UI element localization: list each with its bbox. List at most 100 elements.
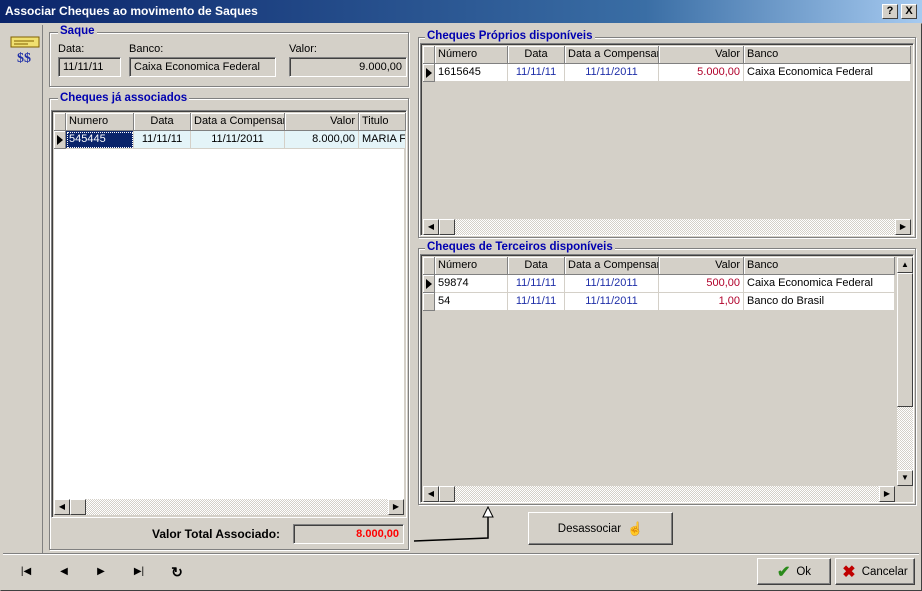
valor-field[interactable]: 9.000,00 [289, 57, 407, 77]
col-data-compensar[interactable]: Data a Compensar [565, 257, 659, 275]
cell-compensar[interactable]: 11/11/2011 [191, 131, 285, 149]
title-bar: Associar Cheques ao movimento de Saques … [0, 0, 922, 23]
first-record-icon[interactable]: |◀ [15, 562, 37, 582]
col-data[interactable]: Data [508, 257, 565, 275]
cell-valor[interactable]: 500,00 [659, 275, 744, 293]
proprios-legend: Cheques Próprios disponíveis [425, 30, 595, 42]
left-icon-strip: $$ [3, 25, 43, 553]
desassociar-button[interactable]: Desassociar ☝ [528, 512, 673, 545]
last-record-icon[interactable]: ▶| [128, 562, 150, 582]
cell-banco[interactable]: Caixa Economica Federal [744, 64, 911, 82]
scroll-down-icon[interactable]: ▼ [897, 470, 913, 486]
ok-label: Ok [796, 565, 812, 578]
scroll-thumb[interactable] [897, 273, 913, 407]
cell-banco[interactable]: Banco do Brasil [744, 293, 895, 311]
ok-button[interactable]: ✔ Ok [757, 558, 831, 585]
saque-legend: Saque [58, 25, 97, 37]
close-button[interactable]: X [901, 4, 917, 19]
cell-valor[interactable]: 8.000,00 [285, 131, 359, 149]
scroll-thumb[interactable] [70, 499, 86, 515]
scroll-left-icon[interactable]: ◀ [423, 486, 439, 502]
col-data-compensar[interactable]: Data a Compensar [565, 46, 659, 64]
scroll-right-icon[interactable]: ▶ [879, 486, 895, 502]
cell-numero[interactable]: 59874 [435, 275, 508, 293]
table-row[interactable]: 1615645 11/11/11 11/11/2011 5.000,00 Cai… [423, 64, 911, 82]
help-button[interactable]: ? [882, 4, 898, 19]
cell-data[interactable]: 11/11/11 [508, 275, 565, 293]
scroll-left-icon[interactable]: ◀ [423, 219, 439, 235]
terceiros-header: Número Data Data a Compensar Valor Banco [423, 257, 895, 275]
window-title: Associar Cheques ao movimento de Saques [5, 4, 258, 18]
banco-field[interactable]: Caixa Economica Federal [129, 57, 276, 77]
proprios-hscrollbar[interactable]: ◀ ▶ [423, 219, 911, 235]
cell-data[interactable]: 11/11/11 [508, 293, 565, 311]
banco-label: Banco: [129, 43, 164, 55]
cell-titulo[interactable]: MARIA FE [359, 131, 406, 149]
col-valor[interactable]: Valor [285, 113, 359, 131]
prior-record-icon[interactable]: ◀ [53, 562, 75, 582]
col-titulo[interactable]: Titulo [359, 113, 406, 131]
indicator-header [423, 257, 435, 275]
proprios-grid[interactable]: Número Data Data a Compensar Valor Banco… [420, 43, 914, 236]
associados-header: Numero Data Data a Compensar Valor Titul… [54, 113, 406, 131]
cell-numero[interactable]: 1615645 [435, 64, 508, 82]
desassociar-label: Desassociar [557, 522, 622, 535]
col-numero[interactable]: Número [435, 46, 508, 64]
scroll-thumb[interactable] [439, 219, 455, 235]
total-label: Valor Total Associado: [152, 527, 281, 541]
terceiros-legend: Cheques de Terceiros disponíveis [425, 241, 615, 253]
cell-banco[interactable]: Caixa Economica Federal [744, 275, 895, 293]
cell-valor[interactable]: 5.000,00 [659, 64, 744, 82]
cell-numero[interactable]: 54 [435, 293, 508, 311]
col-data[interactable]: Data [508, 46, 565, 64]
table-row[interactable]: 545445 11/11/11 11/11/2011 8.000,00 MARI… [54, 131, 406, 149]
col-numero[interactable]: Número [435, 257, 508, 275]
scroll-left-icon[interactable]: ◀ [54, 499, 70, 515]
cheque-icon: $$ [10, 35, 42, 66]
table-row[interactable]: 59874 11/11/11 11/11/2011 500,00 Caixa E… [423, 275, 895, 293]
next-record-icon[interactable]: ▶ [90, 562, 112, 582]
associados-grid[interactable]: Numero Data Data a Compensar Valor Titul… [51, 110, 407, 518]
cell-data[interactable]: 11/11/11 [134, 131, 191, 149]
indicator-header [423, 46, 435, 64]
data-label: Data: [58, 43, 85, 55]
scroll-right-icon[interactable]: ▶ [388, 499, 404, 515]
data-field[interactable]: 11/11/11 [58, 57, 121, 77]
cell-compensar[interactable]: 11/11/2011 [565, 293, 659, 311]
row-indicator [54, 131, 66, 149]
scroll-right-icon[interactable]: ▶ [895, 219, 911, 235]
row-indicator [423, 275, 435, 293]
associados-hscrollbar[interactable]: ◀ ▶ [54, 499, 404, 515]
col-valor[interactable]: Valor [659, 46, 744, 64]
associados-legend: Cheques já associados [58, 92, 190, 104]
terceiros-hscrollbar[interactable]: ◀ ▶ [423, 486, 895, 502]
col-data-compensar[interactable]: Data a Compensar [191, 113, 285, 131]
total-field: 8.000,00 [293, 524, 404, 544]
cell-valor[interactable]: 1,00 [659, 293, 744, 311]
cancel-x-icon: ✖ [842, 563, 856, 581]
col-banco[interactable]: Banco [744, 46, 911, 64]
dollar-signs-label: $$ [17, 51, 31, 65]
hand-pointer-icon: ☝ [627, 520, 644, 536]
cancelar-label: Cancelar [861, 565, 908, 578]
refresh-icon[interactable]: ↻ [166, 562, 188, 582]
col-valor[interactable]: Valor [659, 257, 744, 275]
cancelar-button[interactable]: ✖ Cancelar [835, 558, 915, 585]
valor-label: Valor: [289, 43, 317, 55]
proprios-header: Número Data Data a Compensar Valor Banco [423, 46, 911, 64]
col-banco[interactable]: Banco [744, 257, 895, 275]
connector-arrow-icon [413, 505, 494, 542]
scroll-thumb[interactable] [439, 486, 455, 502]
cell-numero[interactable]: 545445 [66, 131, 134, 149]
cell-compensar[interactable]: 11/11/2011 [565, 64, 659, 82]
col-numero[interactable]: Numero [66, 113, 134, 131]
scroll-up-icon[interactable]: ▲ [897, 257, 913, 273]
table-row[interactable]: 54 11/11/11 11/11/2011 1,00 Banco do Bra… [423, 293, 895, 311]
terceiros-vscrollbar[interactable]: ▲ ▼ [897, 257, 913, 486]
col-data[interactable]: Data [134, 113, 191, 131]
row-indicator [423, 64, 435, 82]
cell-compensar[interactable]: 11/11/2011 [565, 275, 659, 293]
indicator-header [54, 113, 66, 131]
cell-data[interactable]: 11/11/11 [508, 64, 565, 82]
terceiros-grid[interactable]: Número Data Data a Compensar Valor Banco… [420, 254, 914, 503]
